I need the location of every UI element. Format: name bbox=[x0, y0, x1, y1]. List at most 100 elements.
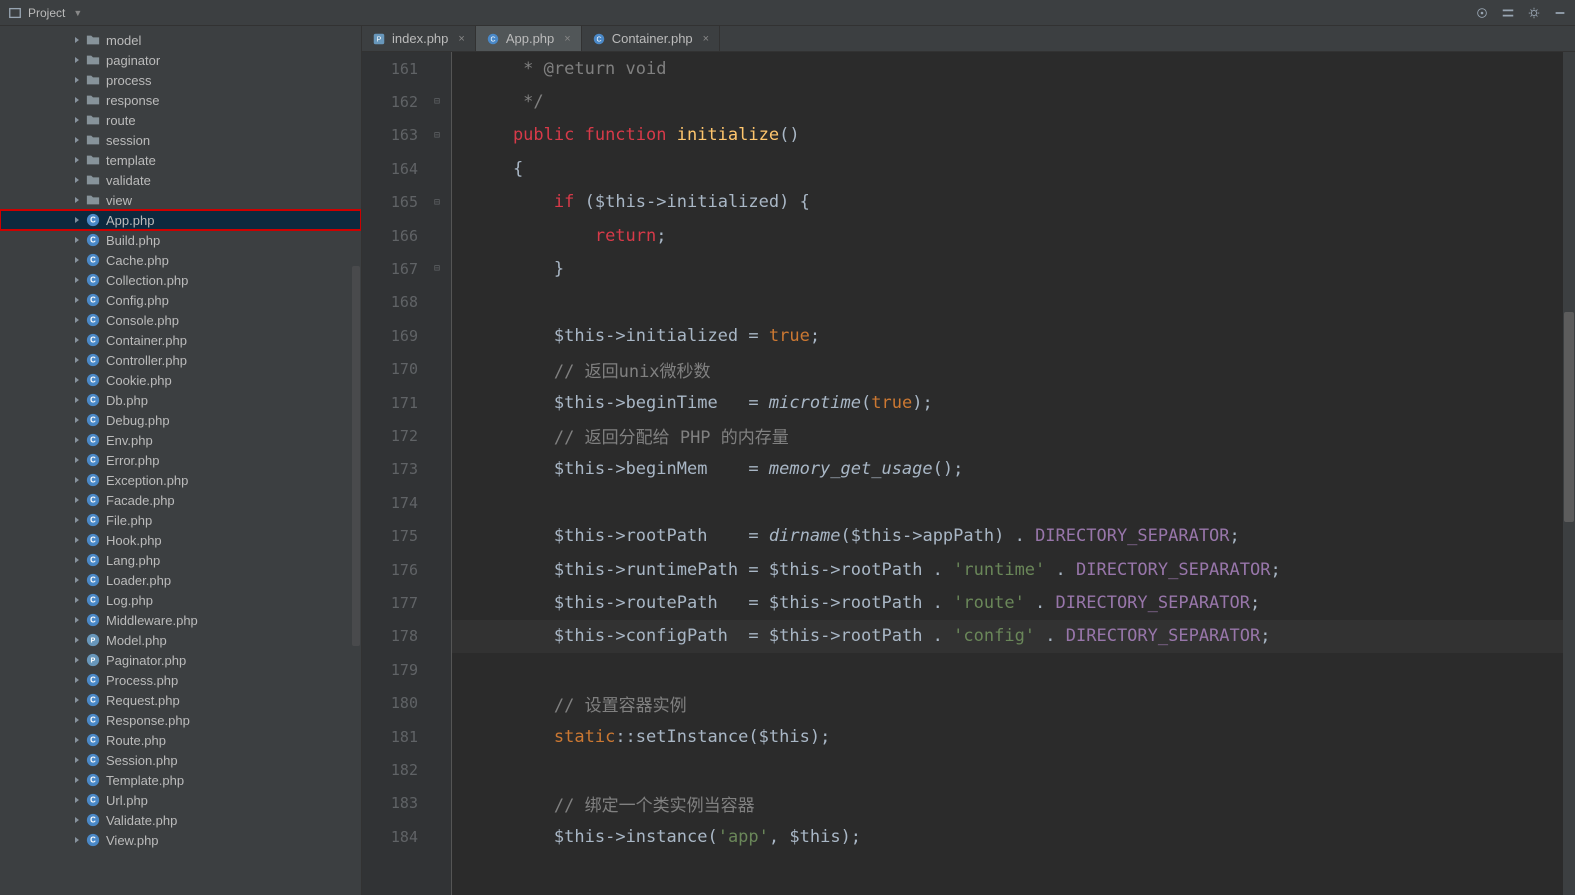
code-line[interactable] bbox=[452, 653, 1575, 686]
line-number-gutter: 1611621631641651661671681691701711721731… bbox=[362, 52, 430, 895]
file-Collectionphp[interactable]: CCollection.php bbox=[0, 270, 361, 290]
code-line[interactable]: $this->instance('app', $this); bbox=[452, 820, 1575, 853]
file-Loaderphp[interactable]: CLoader.php bbox=[0, 570, 361, 590]
file-Configphp[interactable]: CConfig.php bbox=[0, 290, 361, 310]
target-icon[interactable] bbox=[1475, 6, 1489, 20]
code-editor[interactable]: * @return void */ public function initia… bbox=[452, 52, 1575, 895]
file-Processphp[interactable]: CProcess.php bbox=[0, 670, 361, 690]
folder-template[interactable]: template bbox=[0, 150, 361, 170]
code-line[interactable]: $this->initialized = true; bbox=[452, 319, 1575, 352]
editor-scrollbar[interactable] bbox=[1563, 52, 1575, 895]
svg-text:C: C bbox=[90, 616, 96, 625]
code-line[interactable]: $this->runtimePath = $this->rootPath . '… bbox=[452, 553, 1575, 586]
code-line[interactable]: * @return void bbox=[452, 52, 1575, 85]
project-tree-sidebar[interactable]: modelpaginatorprocessresponseroutesessio… bbox=[0, 26, 362, 895]
code-line[interactable]: } bbox=[452, 252, 1575, 285]
tab-Containerphp[interactable]: CContainer.php× bbox=[582, 26, 720, 51]
file-Appphp[interactable]: CApp.php bbox=[0, 210, 361, 230]
file-Filephp[interactable]: CFile.php bbox=[0, 510, 361, 530]
line-number: 178 bbox=[362, 620, 418, 653]
fold-close-icon[interactable]: ⊟ bbox=[434, 263, 446, 275]
line-number: 170 bbox=[362, 353, 418, 386]
fold-open-icon[interactable]: ⊟ bbox=[434, 197, 446, 209]
code-line[interactable]: // 返回unix微秒数 bbox=[452, 353, 1575, 386]
code-line[interactable]: $this->routePath = $this->rootPath . 'ro… bbox=[452, 586, 1575, 619]
folder-model[interactable]: model bbox=[0, 30, 361, 50]
folder-route[interactable]: route bbox=[0, 110, 361, 130]
code-line[interactable]: static::setInstance($this); bbox=[452, 720, 1575, 753]
file-Viewphp[interactable]: CView.php bbox=[0, 830, 361, 850]
code-line[interactable]: return; bbox=[452, 219, 1575, 252]
code-line[interactable]: public function initialize() bbox=[452, 119, 1575, 152]
file-Requestphp[interactable]: CRequest.php bbox=[0, 690, 361, 710]
file-Urlphp[interactable]: CUrl.php bbox=[0, 790, 361, 810]
minimize-icon[interactable] bbox=[1553, 6, 1567, 20]
file-Envphp[interactable]: CEnv.php bbox=[0, 430, 361, 450]
folder-session[interactable]: session bbox=[0, 130, 361, 150]
line-number: 176 bbox=[362, 553, 418, 586]
code-line[interactable]: */ bbox=[452, 85, 1575, 118]
tree-item-label: File.php bbox=[106, 513, 152, 528]
code-line[interactable] bbox=[452, 753, 1575, 786]
code-line[interactable]: // 设置容器实例 bbox=[452, 686, 1575, 719]
tab-indexphp[interactable]: Pindex.php× bbox=[362, 26, 476, 51]
file-Facadephp[interactable]: CFacade.php bbox=[0, 490, 361, 510]
project-label[interactable]: Project bbox=[28, 6, 65, 20]
folder-paginator[interactable]: paginator bbox=[0, 50, 361, 70]
sidebar-scrollbar-thumb[interactable] bbox=[352, 266, 360, 646]
code-line[interactable]: $this->beginTime = microtime(true); bbox=[452, 386, 1575, 419]
code-line[interactable]: $this->beginMem = memory_get_usage(); bbox=[452, 453, 1575, 486]
close-icon[interactable]: × bbox=[458, 33, 464, 45]
file-Logphp[interactable]: CLog.php bbox=[0, 590, 361, 610]
folder-process[interactable]: process bbox=[0, 70, 361, 90]
file-Cachephp[interactable]: CCache.php bbox=[0, 250, 361, 270]
line-number: 172 bbox=[362, 419, 418, 452]
folder-response[interactable]: response bbox=[0, 90, 361, 110]
svg-text:C: C bbox=[90, 676, 96, 685]
file-Containerphp[interactable]: CContainer.php bbox=[0, 330, 361, 350]
file-Hookphp[interactable]: CHook.php bbox=[0, 530, 361, 550]
file-Modelphp[interactable]: PModel.php bbox=[0, 630, 361, 650]
folder-validate[interactable]: validate bbox=[0, 170, 361, 190]
project-dropdown-icon[interactable]: ▼ bbox=[73, 8, 82, 18]
folder-view[interactable]: view bbox=[0, 190, 361, 210]
file-Paginatorphp[interactable]: PPaginator.php bbox=[0, 650, 361, 670]
gear-icon[interactable] bbox=[1527, 6, 1541, 20]
sidebar-scrollbar[interactable] bbox=[351, 26, 361, 895]
file-Langphp[interactable]: CLang.php bbox=[0, 550, 361, 570]
tab-Appphp[interactable]: CApp.php× bbox=[476, 26, 582, 51]
svg-text:C: C bbox=[90, 356, 96, 365]
fold-close-icon[interactable]: ⊟ bbox=[434, 96, 446, 108]
code-line[interactable]: if ($this->initialized) { bbox=[452, 186, 1575, 219]
file-Exceptionphp[interactable]: CException.php bbox=[0, 470, 361, 490]
file-Controllerphp[interactable]: CController.php bbox=[0, 350, 361, 370]
code-line[interactable]: // 返回分配给 PHP 的内存量 bbox=[452, 419, 1575, 452]
code-line[interactable]: $this->rootPath = dirname($this->appPath… bbox=[452, 519, 1575, 552]
code-line[interactable] bbox=[452, 286, 1575, 319]
collapse-icon[interactable] bbox=[1501, 6, 1515, 20]
file-Cookiephp[interactable]: CCookie.php bbox=[0, 370, 361, 390]
file-Responsephp[interactable]: CResponse.php bbox=[0, 710, 361, 730]
file-Sessionphp[interactable]: CSession.php bbox=[0, 750, 361, 770]
file-Errorphp[interactable]: CError.php bbox=[0, 450, 361, 470]
tree-item-label: Build.php bbox=[106, 233, 160, 248]
file-Validatephp[interactable]: CValidate.php bbox=[0, 810, 361, 830]
code-line[interactable]: // 绑定一个类实例当容器 bbox=[452, 787, 1575, 820]
close-icon[interactable]: × bbox=[703, 33, 709, 45]
file-Dbphp[interactable]: CDb.php bbox=[0, 390, 361, 410]
code-line[interactable] bbox=[452, 486, 1575, 519]
close-icon[interactable]: × bbox=[564, 33, 570, 45]
file-Buildphp[interactable]: CBuild.php bbox=[0, 230, 361, 250]
file-Templatephp[interactable]: CTemplate.php bbox=[0, 770, 361, 790]
file-Middlewarephp[interactable]: CMiddleware.php bbox=[0, 610, 361, 630]
editor-scrollbar-thumb[interactable] bbox=[1564, 312, 1574, 522]
fold-open-icon[interactable]: ⊟ bbox=[434, 130, 446, 142]
code-line[interactable]: $this->configPath = $this->rootPath . 'c… bbox=[452, 620, 1575, 653]
code-line[interactable]: { bbox=[452, 152, 1575, 185]
fold-gutter[interactable]: ⊟ ⊟ ⊟ ⊟ bbox=[430, 52, 452, 895]
file-Debugphp[interactable]: CDebug.php bbox=[0, 410, 361, 430]
line-number: 174 bbox=[362, 486, 418, 519]
tab-label: App.php bbox=[506, 31, 554, 46]
file-Consolephp[interactable]: CConsole.php bbox=[0, 310, 361, 330]
file-Routephp[interactable]: CRoute.php bbox=[0, 730, 361, 750]
